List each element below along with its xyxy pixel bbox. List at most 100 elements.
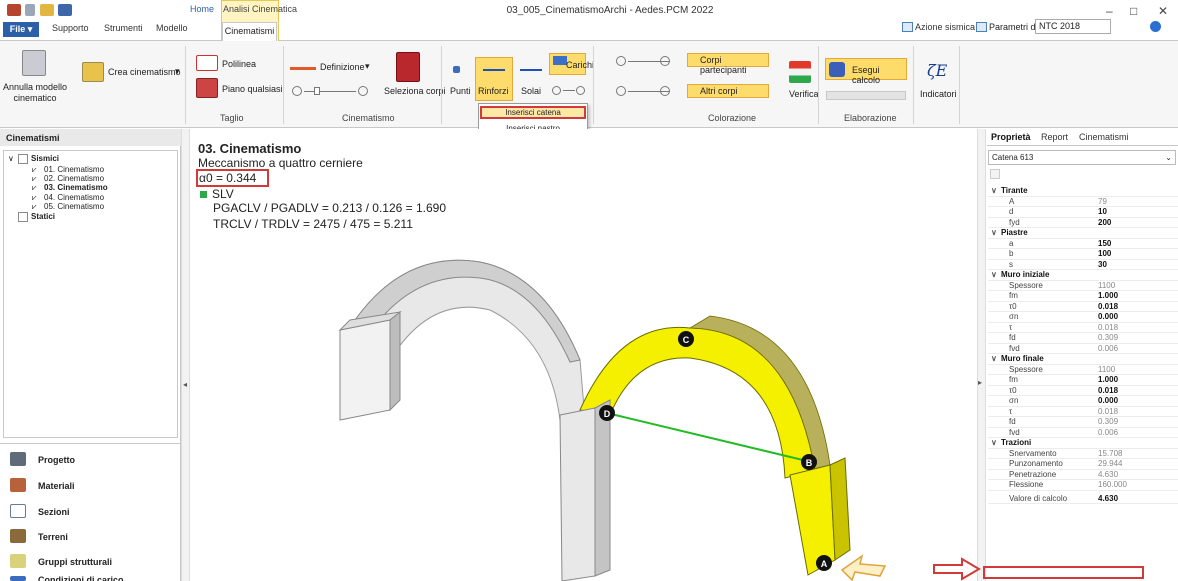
- minimize-button[interactable]: –: [1106, 4, 1113, 18]
- hinge-c[interactable]: C: [678, 331, 694, 347]
- chevron-down-icon[interactable]: ∨: [991, 228, 997, 239]
- property-row[interactable]: Snervamento 15.708: [988, 449, 1178, 460]
- property-value[interactable]: 150: [1098, 239, 1111, 250]
- property-value[interactable]: 15.708: [1098, 449, 1122, 460]
- zeta-icon[interactable]: ζE: [927, 61, 947, 80]
- altri-slider[interactable]: [616, 86, 694, 96]
- chevron-left-icon[interactable]: ◂: [183, 380, 187, 389]
- property-value[interactable]: 4.630: [1098, 494, 1118, 505]
- menu-item-inserisci-catena[interactable]: Inserisci catena: [480, 106, 586, 119]
- tab-proprieta[interactable]: Proprietà: [991, 132, 1031, 142]
- plane-icon[interactable]: [196, 78, 218, 98]
- annulla-modello-button[interactable]: Annulla modello cinematico: [2, 82, 68, 104]
- altri-corpi-button[interactable]: Altri corpi: [687, 84, 769, 98]
- property-value[interactable]: 0.018: [1098, 386, 1118, 397]
- property-value[interactable]: 0.309: [1098, 417, 1118, 428]
- property-row[interactable]: fvd 0.006: [988, 344, 1178, 354]
- tree-node-sismici[interactable]: Sismici: [31, 154, 59, 163]
- property-value[interactable]: 30: [1098, 260, 1107, 271]
- rinforzi-button[interactable]: Rinforzi: [478, 86, 509, 96]
- property-row[interactable]: a 150: [988, 239, 1178, 250]
- corpi-partecipanti-button[interactable]: Corpi partecipanti: [687, 53, 769, 75]
- tab-strumenti[interactable]: Strumenti: [104, 23, 143, 33]
- points-icon[interactable]: [453, 66, 460, 73]
- close-button[interactable]: ✕: [1158, 4, 1168, 18]
- minus-icon[interactable]: [552, 86, 561, 95]
- property-row[interactable]: τ 0.018: [988, 323, 1178, 334]
- minus-icon[interactable]: [616, 56, 626, 66]
- property-row[interactable]: σn 0.000: [988, 396, 1178, 407]
- tree-item-03-selected[interactable]: 03. Cinematismo: [44, 183, 108, 192]
- loads-icon[interactable]: [553, 56, 567, 65]
- save-icon[interactable]: [58, 4, 72, 16]
- file-menu-button[interactable]: File ▾: [3, 22, 39, 37]
- nav-materiali[interactable]: Materiali: [0, 474, 181, 498]
- property-value[interactable]: 0.018: [1098, 323, 1118, 334]
- seismic-action-icon[interactable]: [902, 22, 913, 32]
- chevron-down-icon[interactable]: ∨: [991, 354, 997, 365]
- slider-thumb[interactable]: [314, 87, 320, 95]
- property-value[interactable]: 0.018: [1098, 407, 1118, 418]
- property-value[interactable]: 0.000: [1098, 312, 1118, 323]
- property-value[interactable]: 1.000: [1098, 375, 1118, 386]
- property-value[interactable]: 79: [1098, 197, 1107, 208]
- floor-icon[interactable]: [520, 69, 542, 71]
- property-value[interactable]: 100: [1098, 249, 1111, 260]
- plus-icon[interactable]: [576, 86, 585, 95]
- property-value[interactable]: 200: [1098, 218, 1111, 229]
- definition-icon[interactable]: [290, 67, 316, 70]
- crea-cinematismo-icon[interactable]: [82, 62, 104, 82]
- property-row[interactable]: fvd 0.006: [988, 428, 1178, 439]
- norm-select[interactable]: NTC 2018: [1035, 19, 1111, 34]
- help-icon[interactable]: [1150, 21, 1161, 32]
- sort-icon[interactable]: [990, 169, 1000, 179]
- nav-sezioni[interactable]: Sezioni: [0, 500, 181, 524]
- property-category[interactable]: ∨ Trazioni: [988, 438, 1178, 449]
- new-file-icon[interactable]: [25, 4, 35, 16]
- nav-gruppi-strutturali[interactable]: Gruppi strutturali: [0, 550, 181, 574]
- property-row[interactable]: fyd 200: [988, 218, 1178, 229]
- chevron-down-icon[interactable]: ∨: [991, 438, 997, 449]
- crea-cinematismo-button[interactable]: Crea cinematismo: [108, 67, 181, 77]
- right-panel-collapser[interactable]: [977, 129, 986, 581]
- solai-button[interactable]: Solai: [521, 86, 541, 96]
- property-row[interactable]: τ0 0.018: [988, 302, 1178, 312]
- property-category[interactable]: ∨ Piastre: [988, 228, 1178, 239]
- azione-sismica-button[interactable]: Azione sismica: [915, 22, 975, 32]
- tree-item-04[interactable]: 04. Cinematismo: [44, 193, 104, 202]
- property-value[interactable]: 0.309: [1098, 333, 1118, 344]
- chevron-down-icon[interactable]: ∨: [991, 186, 997, 197]
- esegui-calcolo-button[interactable]: Esegui calcolo: [825, 58, 907, 85]
- tree-item-02[interactable]: 02. Cinematismo: [44, 174, 104, 183]
- property-row[interactable]: fd 0.309: [988, 417, 1178, 428]
- hinge-a[interactable]: A: [816, 555, 832, 571]
- chevron-down-icon[interactable]: ∨: [8, 154, 14, 163]
- property-row[interactable]: fm 1.000: [988, 375, 1178, 386]
- tab-home[interactable]: Home: [190, 4, 214, 14]
- minus-icon[interactable]: [616, 86, 626, 96]
- property-row[interactable]: Penetrazione 4.630: [988, 470, 1178, 481]
- tree-node-statici[interactable]: Statici: [31, 212, 55, 221]
- property-category[interactable]: ∨ Muro finale: [988, 354, 1178, 365]
- property-value[interactable]: 1100: [1098, 365, 1115, 376]
- indicatori-button[interactable]: Indicatori: [920, 89, 957, 99]
- property-row[interactable]: A 79: [988, 197, 1178, 208]
- nav-progetto[interactable]: Progetto: [0, 448, 181, 472]
- nav-condizioni-carico[interactable]: Condizioni di carico: [0, 572, 181, 581]
- object-selector[interactable]: Catena 613 ⌄: [988, 150, 1176, 165]
- property-category[interactable]: ∨ Tirante: [988, 186, 1178, 197]
- property-value[interactable]: 4.630: [1098, 470, 1118, 481]
- property-row[interactable]: Flessione 160.000: [988, 480, 1178, 491]
- maximize-button[interactable]: □: [1130, 4, 1137, 18]
- property-value[interactable]: 1.000: [1098, 291, 1118, 302]
- property-value[interactable]: 0.006: [1098, 428, 1118, 439]
- property-row[interactable]: d 10: [988, 207, 1178, 218]
- parameters-icon[interactable]: [976, 22, 987, 32]
- carichi-slider[interactable]: [552, 86, 585, 96]
- minus-icon[interactable]: [292, 86, 302, 96]
- plus-icon[interactable]: [660, 86, 670, 96]
- chevron-down-icon[interactable]: ▾: [365, 61, 370, 72]
- piano-qualsiasi-button[interactable]: Piano qualsiasi: [222, 84, 283, 94]
- property-row[interactable]: σn 0.000: [988, 312, 1178, 323]
- property-row[interactable]: s 30: [988, 260, 1178, 271]
